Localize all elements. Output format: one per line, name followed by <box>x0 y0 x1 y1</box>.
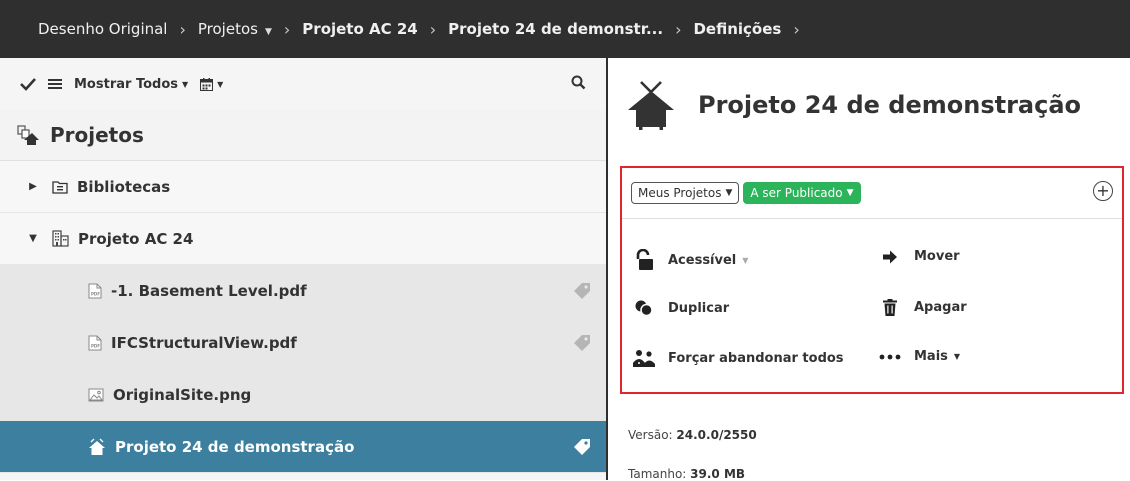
projects-header: Projetos <box>0 110 606 161</box>
filters-row: Meus Projetos ▼ A ser Publicado ▼ + <box>622 168 1122 218</box>
delete-label: Apagar <box>914 300 967 315</box>
project-house-icon <box>88 438 106 456</box>
version-label: Versão: <box>628 428 673 442</box>
accessible-button[interactable]: Acessível ▼ <box>632 249 748 271</box>
project-house-icon <box>628 81 674 130</box>
force-release-all-label: Forçar abandonar todos <box>668 350 844 366</box>
caret-down-icon: ▼ <box>217 79 224 89</box>
size-info: Tamanho: 39.0 MB <box>628 467 745 481</box>
svg-text:PDF: PDF <box>91 343 100 348</box>
move-label: Mover <box>914 249 960 264</box>
breadcrumb: Desenho Original › Projetos ▼ › Projeto A… <box>0 0 1130 58</box>
unlock-icon <box>632 249 656 271</box>
tag-icon[interactable] <box>572 333 592 357</box>
calendar-dropdown[interactable]: ▼ <box>200 77 224 91</box>
delete-button[interactable]: Apagar <box>878 299 967 316</box>
chevron-right-icon: › <box>793 19 800 39</box>
image-file-icon <box>88 388 104 402</box>
tree-item-bibliotecas[interactable]: ▶ Bibliotecas <box>0 161 606 213</box>
project-actions-panel: Meus Projetos ▼ A ser Publicado ▼ + Aces… <box>620 166 1124 394</box>
tree-item-projeto-ac-24[interactable]: ▼ Projeto AC 24 <box>0 213 606 265</box>
chevron-down-icon: ▼ <box>846 188 854 198</box>
breadcrumb-projetos[interactable]: Projetos ▼ <box>198 20 272 38</box>
accessible-label: Acessível <box>668 252 737 268</box>
breadcrumb-projeto-ac-24[interactable]: Projeto AC 24 <box>302 20 417 38</box>
caret-down-icon: ▼ <box>742 255 749 265</box>
tag-icon[interactable] <box>572 281 592 305</box>
chevron-right-icon: › <box>179 19 186 39</box>
tree-item-basement-pdf[interactable]: PDF -1. Basement Level.pdf <box>0 265 606 317</box>
building-icon <box>52 230 69 247</box>
tree-item-label: Projeto 24 de demonstração <box>115 437 355 456</box>
tree-item-projeto-24-demo[interactable]: Projeto 24 de demonstração <box>0 421 606 473</box>
pdf-file-icon: PDF <box>88 335 102 351</box>
more-dropdown[interactable]: Mais ▼ <box>878 349 960 364</box>
breadcrumb-desenho-original[interactable]: Desenho Original <box>38 20 167 38</box>
scope-select-value: Meus Projetos <box>638 186 722 200</box>
list-icon[interactable] <box>48 78 62 90</box>
tree-item-label: -1. Basement Level.pdf <box>111 281 307 300</box>
tree-item-label: OriginalSite.png <box>113 385 252 404</box>
tree-item-label: Projeto AC 24 <box>78 229 194 248</box>
show-all-dropdown[interactable]: Mostrar Todos ▼ <box>74 77 188 92</box>
duplicate-label: Duplicar <box>668 300 730 316</box>
navigator-toolbar: Mostrar Todos ▼ ▼ <box>0 58 606 110</box>
caret-down-icon[interactable]: ▼ <box>265 27 272 37</box>
breadcrumb-projetos-label: Projetos <box>197 20 258 38</box>
move-button[interactable]: Mover <box>878 249 960 264</box>
calendar-icon <box>200 77 214 91</box>
chevron-right-icon: › <box>283 19 291 39</box>
tag-icon[interactable] <box>572 437 592 461</box>
duplicate-icon <box>632 299 656 317</box>
chevron-right-icon: › <box>675 19 682 39</box>
project-title: Projeto 24 de demonstração <box>698 91 1082 119</box>
force-release-all-button[interactable]: Forçar abandonar todos <box>632 349 844 367</box>
library-folder-icon <box>52 180 68 194</box>
project-title-block: Projeto 24 de demonstração <box>628 80 1081 130</box>
status-select[interactable]: A ser Publicado ▼ <box>743 182 861 204</box>
svg-text:PDF: PDF <box>91 291 100 296</box>
users-icon <box>632 349 656 367</box>
show-all-label: Mostrar Todos <box>74 76 178 92</box>
chevron-right-icon: › <box>429 19 437 39</box>
chevron-down-icon: ▼ <box>725 188 733 198</box>
version-value: 24.0.0/2550 <box>676 428 757 442</box>
duplicate-button[interactable]: Duplicar <box>632 299 729 317</box>
tree-item-label: Bibliotecas <box>77 177 171 196</box>
caret-down-icon: ▼ <box>953 352 961 361</box>
tree-item-ifc-pdf[interactable]: PDF IFCStructuralView.pdf <box>0 317 606 369</box>
scope-select[interactable]: Meus Projetos ▼ <box>631 182 740 204</box>
projects-header-label: Projetos <box>50 123 144 147</box>
search-icon[interactable] <box>571 75 586 94</box>
more-label: Mais <box>914 349 948 364</box>
collapse-arrow-icon[interactable]: ▼ <box>28 233 38 244</box>
pdf-file-icon: PDF <box>88 283 102 299</box>
add-circle-icon[interactable]: + <box>1093 181 1113 201</box>
check-icon[interactable] <box>20 77 36 91</box>
navigator-panel: Mostrar Todos ▼ ▼ Projetos ▶ Bibliotecas… <box>0 58 606 480</box>
expand-arrow-icon[interactable]: ▶ <box>28 181 38 192</box>
breadcrumb-projeto-24-demo[interactable]: Projeto 24 de demonstr... <box>448 20 663 38</box>
tree-item-originalsite-png[interactable]: OriginalSite.png <box>0 369 606 421</box>
tree-item-label: IFCStructuralView.pdf <box>111 333 297 352</box>
actions-divider <box>622 218 1122 219</box>
more-dots-icon <box>878 354 902 360</box>
status-select-value: A ser Publicado <box>750 186 843 200</box>
caret-down-icon: ▼ <box>182 79 189 89</box>
size-value: 39.0 MB <box>690 467 746 481</box>
breadcrumb-definicoes[interactable]: Definições <box>693 20 781 38</box>
detail-panel: Projeto 24 de demonstração Meus Projetos… <box>608 58 1130 481</box>
version-info: Versão: 24.0.0/2550 <box>628 428 757 442</box>
arrow-right-icon <box>878 250 902 264</box>
trash-icon <box>878 299 902 316</box>
size-label: Tamanho: <box>628 467 687 481</box>
projects-icon <box>17 125 39 145</box>
